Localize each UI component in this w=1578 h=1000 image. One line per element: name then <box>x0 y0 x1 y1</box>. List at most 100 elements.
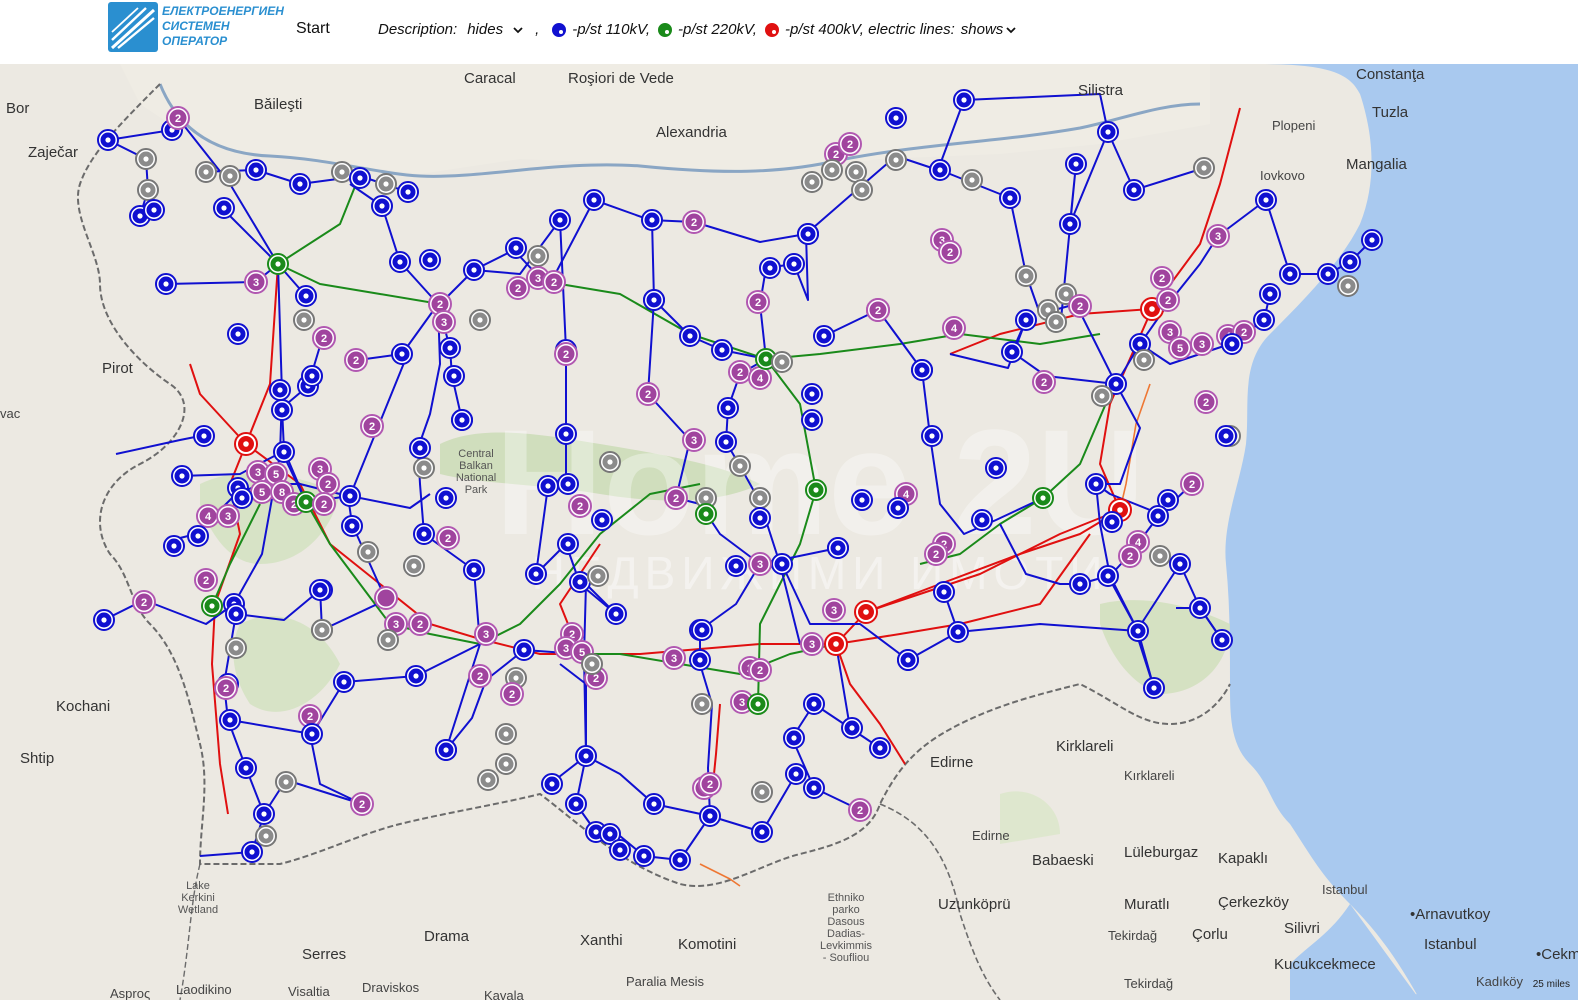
substation-110-icon[interactable] <box>391 343 413 365</box>
substation-110-icon[interactable] <box>947 621 969 643</box>
substation-110-icon[interactable] <box>711 339 733 361</box>
substation-inactive-icon[interactable] <box>1133 349 1155 371</box>
substation-110-icon[interactable] <box>541 773 563 795</box>
substation-110-icon[interactable] <box>439 337 461 359</box>
cluster-marker[interactable]: 2 <box>132 590 156 614</box>
substation-110-icon[interactable] <box>1143 677 1165 699</box>
substation-110-icon[interactable] <box>1059 213 1081 235</box>
substation-110-icon[interactable] <box>273 441 295 463</box>
substation-110-icon[interactable] <box>751 821 773 843</box>
substation-110-icon[interactable] <box>1215 425 1237 447</box>
substation-inactive-icon[interactable] <box>527 245 549 267</box>
cluster-marker[interactable]: 2 <box>664 486 688 510</box>
substation-inactive-icon[interactable] <box>477 769 499 791</box>
substation-inactive-icon[interactable] <box>413 457 435 479</box>
substation-110-icon[interactable] <box>803 693 825 715</box>
substation-110-icon[interactable] <box>505 237 527 259</box>
substation-inactive-icon[interactable] <box>293 309 315 331</box>
cluster-marker[interactable]: 2 <box>316 472 340 496</box>
substation-110-icon[interactable] <box>1001 341 1023 363</box>
substation-inactive-icon[interactable] <box>729 455 751 477</box>
substation-110-icon[interactable] <box>633 845 655 867</box>
substation-110-icon[interactable] <box>897 649 919 671</box>
substation-110-icon[interactable] <box>93 609 115 631</box>
substation-110-icon[interactable] <box>1361 229 1383 251</box>
substation-110-icon[interactable] <box>641 209 663 231</box>
substation-110-icon[interactable] <box>1279 263 1301 285</box>
substation-110-icon[interactable] <box>999 187 1021 209</box>
substation-110-icon[interactable] <box>241 841 263 863</box>
substation-220-icon[interactable] <box>201 595 223 617</box>
substation-110-icon[interactable] <box>463 259 485 281</box>
substation-inactive-icon[interactable] <box>599 451 621 473</box>
substation-110-icon[interactable] <box>1169 553 1191 575</box>
cluster-marker[interactable]: 2 <box>214 676 238 700</box>
substation-110-icon[interactable] <box>349 167 371 189</box>
substation-110-icon[interactable] <box>887 497 909 519</box>
substation-110-icon[interactable] <box>339 485 361 507</box>
substation-110-icon[interactable] <box>301 365 323 387</box>
cluster-marker[interactable]: 2 <box>1150 266 1174 290</box>
substation-110-icon[interactable] <box>435 739 457 761</box>
substation-110-icon[interactable] <box>803 777 825 799</box>
cluster-marker[interactable]: 2 <box>698 772 722 796</box>
cluster-marker[interactable]: 2 <box>848 798 872 822</box>
substation-110-icon[interactable] <box>333 671 355 693</box>
cluster-marker[interactable]: 2 <box>436 526 460 550</box>
substation-110-icon[interactable] <box>851 489 873 511</box>
substation-inactive-icon[interactable] <box>885 149 907 171</box>
substation-inactive-icon[interactable] <box>357 541 379 563</box>
substation-110-icon[interactable] <box>725 555 747 577</box>
substation-inactive-icon[interactable] <box>331 161 353 183</box>
substation-110-icon[interactable] <box>953 89 975 111</box>
map-canvas[interactable]: Home 2U НЕДВИЖИМИ ИМОТИ 2322232322222232… <box>0 64 1578 1000</box>
map-svg[interactable]: Home 2U НЕДВИЖИМИ ИМОТИ 2322232322222232… <box>0 64 1578 1000</box>
substation-110-icon[interactable] <box>549 209 571 231</box>
cluster-marker[interactable]: 2 <box>728 360 752 384</box>
substation-inactive-icon[interactable] <box>751 781 773 803</box>
substation-110-icon[interactable] <box>669 849 691 871</box>
substation-inactive-icon[interactable] <box>851 179 873 201</box>
substation-inactive-icon[interactable] <box>961 169 983 191</box>
cluster-marker[interactable]: 3 <box>474 622 498 646</box>
cluster-marker[interactable]: 2 <box>360 414 384 438</box>
cluster-marker[interactable]: 5 <box>250 480 274 504</box>
substation-110-icon[interactable] <box>691 619 713 641</box>
cluster-marker[interactable]: 2 <box>636 382 660 406</box>
cluster-marker[interactable]: 2 <box>924 542 948 566</box>
substation-110-icon[interactable] <box>555 423 577 445</box>
substation-110-icon[interactable] <box>163 535 185 557</box>
cluster-marker[interactable]: 2 <box>838 132 862 156</box>
substation-110-icon[interactable] <box>885 107 907 129</box>
substation-110-icon[interactable] <box>269 379 291 401</box>
substation-110-icon[interactable] <box>1317 263 1339 285</box>
cluster-marker[interactable]: 4 <box>942 316 966 340</box>
substation-inactive-icon[interactable] <box>469 309 491 331</box>
substation-110-icon[interactable] <box>605 603 627 625</box>
substation-110-icon[interactable] <box>1069 573 1091 595</box>
cluster-marker[interactable]: 2 <box>408 612 432 636</box>
substation-400-icon[interactable] <box>234 432 258 456</box>
substation-110-icon[interactable] <box>245 159 267 181</box>
substation-110-icon[interactable] <box>933 581 955 603</box>
substation-110-icon[interactable] <box>557 473 579 495</box>
substation-inactive-icon[interactable] <box>1015 265 1037 287</box>
substation-110-icon[interactable] <box>929 159 951 181</box>
substation-inactive-icon[interactable] <box>375 173 397 195</box>
substation-110-icon[interactable] <box>1147 505 1169 527</box>
substation-inactive-icon[interactable] <box>225 637 247 659</box>
substation-110-icon[interactable] <box>219 709 241 731</box>
cluster-marker[interactable]: 3 <box>800 632 824 656</box>
cluster-marker[interactable]: 2 <box>500 682 524 706</box>
cluster-marker[interactable]: 2 <box>1032 370 1056 394</box>
cluster-marker[interactable]: 4 <box>748 366 772 390</box>
cluster-marker[interactable]: 2 <box>312 492 336 516</box>
substation-inactive-icon[interactable] <box>195 161 217 183</box>
cluster-marker[interactable]: 3 <box>682 428 706 452</box>
cluster-marker[interactable]: 2 <box>344 348 368 372</box>
substation-110-icon[interactable] <box>389 251 411 273</box>
substation-110-icon[interactable] <box>797 223 819 245</box>
substation-110-icon[interactable] <box>235 757 257 779</box>
substation-110-icon[interactable] <box>643 793 665 815</box>
substation-inactive-icon[interactable] <box>255 825 277 847</box>
